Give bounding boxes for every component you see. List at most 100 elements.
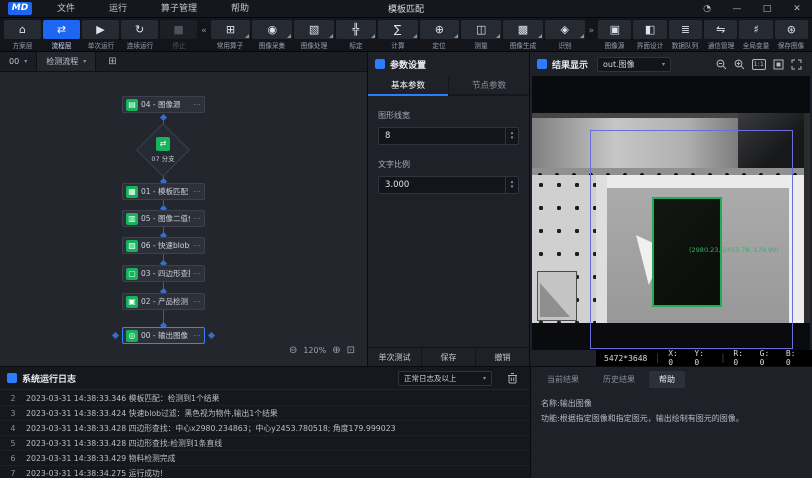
node-menu-icon[interactable]: ⋯ [190, 187, 204, 196]
log-row[interactable]: 7 2023-03-31 14:38:34.275 运行成功! [0, 466, 530, 478]
flow-node-binarization[interactable]: ▥ 05 - 图像二值化 ⋯ [122, 210, 205, 227]
log-row-text: 2023-03-31 14:38:33.428 四边形查找:检测到1条直线 [26, 438, 222, 449]
menubar: 文件 运行 算子管理 帮助 [40, 0, 266, 18]
image-region-beam [532, 118, 768, 168]
flow-canvas[interactable]: ▤ 04 - 图像源 ⋯ ⇄ 07 分支 ▦ 01 - 模板匹配 ⋯ ▥ 05 … [0, 72, 367, 366]
flow-node-branch[interactable]: ⇄ 07 分支 [136, 123, 190, 177]
tool-measure[interactable]: ◫ 测量 [461, 20, 501, 51]
tool-common-operators[interactable]: ⊞ 常用算子 [211, 20, 251, 51]
node-menu-icon[interactable]: ⋯ [190, 241, 204, 250]
flow-node-image-source[interactable]: ▤ 04 - 图像源 ⋯ [122, 96, 205, 113]
node-menu-icon[interactable]: ⋯ [190, 100, 204, 109]
result-info-tabs: 当前结果 历史结果 帮助 [531, 367, 812, 388]
log-rows[interactable]: 2 2023-03-31 14:38:33.346 模板匹配：检测到1个结果 3… [0, 391, 530, 478]
node-menu-icon[interactable]: ⋯ [190, 269, 204, 278]
calibration-icon: ╬ [336, 20, 376, 39]
tool-image-acquisition[interactable]: ◉ 图像采集 [252, 20, 292, 51]
tab-current-result[interactable]: 当前结果 [537, 371, 589, 388]
node-menu-icon[interactable]: ⋯ [190, 214, 204, 223]
log-row[interactable]: 5 2023-03-31 14:38:33.428 四边形查找:检测到1条直线 [0, 436, 530, 451]
undo-button[interactable]: 撤销 [475, 348, 529, 366]
tool-flow-layer[interactable]: ⇄ 流程层 [43, 20, 80, 51]
tool-global-variables[interactable]: ♯ 全局变量 [739, 20, 772, 51]
theme-icon[interactable]: ◔ [692, 0, 722, 18]
log-row-number: 2 [0, 394, 26, 403]
chevron-down-icon: ▾ [662, 61, 665, 68]
zoom-out-icon[interactable] [716, 59, 727, 70]
flow-node-output-image[interactable]: ◎ 00 - 输出图像 ⋯ [122, 327, 205, 344]
input-value[interactable]: 3.000 [379, 180, 505, 190]
fullscreen-icon[interactable] [791, 59, 802, 70]
tool-run-once[interactable]: ▶ 单次运行 [82, 20, 119, 51]
node-label: 00 - 输出图像 [141, 330, 188, 341]
input-value[interactable]: 8 [379, 131, 505, 141]
menu-help[interactable]: 帮助 [214, 0, 266, 18]
add-flow-button[interactable]: ⊞ [96, 52, 128, 71]
pixel-g: G: 0 [760, 349, 778, 367]
node-label: 04 - 图像源 [141, 99, 181, 110]
flow-node-blob-filter[interactable]: ▧ 06 - 快速blob过滤 ⋯ [122, 237, 205, 254]
tool-interface-design[interactable]: ◧ 界面设计 [633, 20, 666, 51]
fit-image-icon[interactable] [773, 59, 784, 70]
spin-down-icon[interactable]: ▾ [511, 185, 514, 190]
tool-label: 测量 [475, 41, 488, 51]
tool-recognition[interactable]: ◈ 识别 [545, 20, 585, 51]
fit-view-icon[interactable]: ⊡ [347, 345, 355, 356]
menu-run[interactable]: 运行 [92, 0, 144, 18]
tool-calculation[interactable]: ∑ 计算 [378, 20, 418, 51]
log-level-select[interactable]: 正常日志及以上 ▾ [398, 371, 492, 386]
toolbar-collapse-icon[interactable]: « [198, 22, 210, 41]
close-button[interactable]: ✕ [782, 0, 812, 18]
tab-node-params[interactable]: 节点参数 [448, 76, 529, 94]
save-button[interactable]: 保存 [421, 348, 475, 366]
tab-history-result[interactable]: 历史结果 [593, 371, 645, 388]
node-label: 03 - 四边形查找 [141, 268, 190, 279]
tool-location[interactable]: ⊕ 定位 [420, 20, 460, 51]
tool-image-processing[interactable]: ▧ 图像处理 [294, 20, 334, 51]
line-width-input[interactable]: 8 ▴ ▾ [378, 127, 519, 145]
tool-communication[interactable]: ⇋ 通信管理 [704, 20, 737, 51]
tool-image-generation[interactable]: ▩ 图像生成 [503, 20, 543, 51]
log-row[interactable]: 6 2023-03-31 14:38:33.429 物料检测完成 [0, 451, 530, 466]
toolbar-expand-icon[interactable]: » [586, 22, 598, 41]
spinner-control[interactable]: ▴ ▾ [505, 177, 518, 193]
parameter-panel-header: 参数设置 [368, 52, 529, 76]
spin-down-icon[interactable]: ▾ [511, 136, 514, 141]
result-view-select[interactable]: out.图像 ▾ [597, 57, 671, 72]
tool-run-continuous[interactable]: ↻ 连续运行 [121, 20, 158, 51]
flow-tab-name[interactable]: 检测流程 ▾ [37, 52, 96, 71]
log-row[interactable]: 2 2023-03-31 14:38:33.346 模板匹配：检测到1个结果 [0, 391, 530, 406]
menu-operator-manage[interactable]: 算子管理 [144, 0, 214, 18]
node-menu-icon[interactable]: ⋯ [190, 331, 204, 340]
one-to-one-icon[interactable]: 1:1 [752, 59, 766, 70]
tab-help[interactable]: 帮助 [649, 371, 685, 388]
node-menu-icon[interactable]: ⋯ [190, 297, 204, 306]
flow-tab-id[interactable]: 00 ▾ [0, 52, 37, 71]
log-row[interactable]: 4 2023-03-31 14:38:33.428 四边形查找：中心x2980.… [0, 421, 530, 436]
tool-data-queue[interactable]: ≣ 数据队列 [669, 20, 702, 51]
tool-save-image[interactable]: ⊛ 保存图像 [775, 20, 808, 51]
flow-node-product-detect[interactable]: ▣ 02 - 产品检测 ⋯ [122, 293, 205, 310]
tool-image-source[interactable]: ▣ 图像源 [598, 20, 631, 51]
node-icon: ⇄ [156, 137, 170, 151]
zoom-in-icon[interactable]: ⊕ [332, 345, 340, 356]
tool-scheme-layer[interactable]: ⌂ 方案层 [4, 20, 41, 51]
clear-log-icon[interactable] [507, 369, 518, 388]
tab-basic-params[interactable]: 基本参数 [368, 76, 448, 94]
test-once-button[interactable]: 单次测试 [368, 348, 421, 366]
log-row[interactable]: 3 2023-03-31 14:38:33.424 快速blob过滤：黑色视为物… [0, 406, 530, 421]
text-scale-input[interactable]: 3.000 ▴ ▾ [378, 176, 519, 194]
result-image-viewport[interactable]: (2980.23, 2453.78, 179.99) [532, 76, 810, 350]
flow-node-quad-find[interactable]: ▢ 03 - 四边形查找 ⋯ [122, 265, 205, 282]
spinner-control[interactable]: ▴ ▾ [505, 128, 518, 144]
tool-label: 标定 [349, 41, 362, 51]
node-label: 07 分支 [151, 153, 174, 163]
minimize-button[interactable]: — [722, 0, 752, 18]
flow-node-template-match[interactable]: ▦ 01 - 模板匹配 ⋯ [122, 183, 205, 200]
node-icon: ▥ [126, 213, 138, 225]
menu-file[interactable]: 文件 [40, 0, 92, 18]
maximize-button[interactable]: □ [752, 0, 782, 18]
zoom-in-icon[interactable] [734, 59, 745, 70]
zoom-out-icon[interactable]: ⊖ [289, 345, 297, 356]
tool-calibration[interactable]: ╬ 标定 [336, 20, 376, 51]
